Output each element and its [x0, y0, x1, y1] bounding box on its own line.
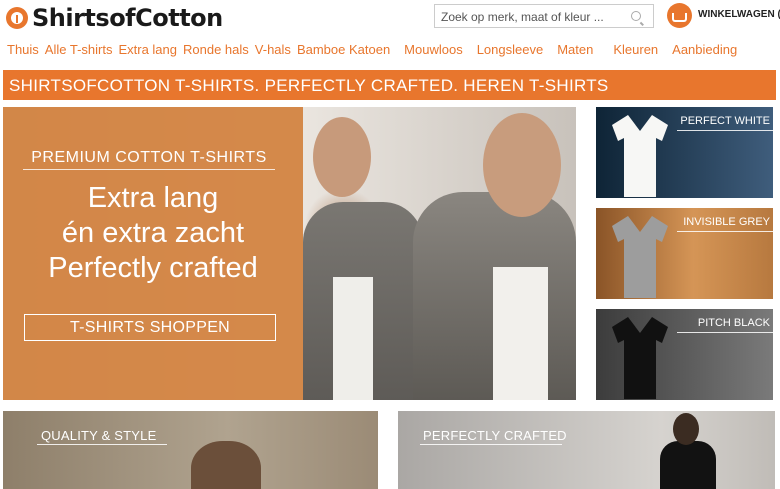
- white-tshirt-icon: [612, 115, 668, 197]
- shop-tshirts-button[interactable]: T-SHIRTS SHOPPEN: [24, 314, 276, 341]
- divider: [677, 231, 773, 232]
- model-shirt: [333, 277, 373, 400]
- nav-item-bamboe-katoen[interactable]: Bamboe Katoen: [297, 42, 390, 57]
- hero-title-line: Perfectly crafted: [48, 252, 258, 284]
- search-input[interactable]: [439, 6, 628, 28]
- model-figure: [660, 441, 716, 489]
- grey-tshirt-icon: [612, 216, 668, 298]
- hero-title-line: én extra zacht: [61, 217, 245, 249]
- hero-overlay: PREMIUM COTTON T-SHIRTS Extra lang én ex…: [3, 107, 303, 400]
- tile-label: PITCH BLACK: [697, 317, 770, 329]
- tile-invisible-grey[interactable]: INVISIBLE GREY: [596, 208, 773, 299]
- search-icon[interactable]: [631, 11, 641, 21]
- banner-text: SHIRTSOFCOTTON T-SHIRTS. PERFECTLY CRAFT…: [9, 76, 609, 95]
- nav-item-longsleeve[interactable]: Longsleeve: [477, 42, 544, 57]
- nav-item-ronde-hals[interactable]: Ronde hals: [183, 42, 249, 57]
- nav-item-maten[interactable]: Maten: [557, 42, 593, 57]
- search-box: [434, 4, 654, 28]
- tile-perfect-white[interactable]: PERFECT WHITE: [596, 107, 773, 198]
- cotton-flower-icon: [6, 7, 28, 29]
- tile-label: PERFECT WHITE: [680, 115, 770, 127]
- nav-item-mouwloos[interactable]: Mouwloos: [404, 42, 463, 57]
- hero-subtitle: PREMIUM COTTON T-SHIRTS: [31, 149, 267, 166]
- logo[interactable]: ShirtsofCotton: [6, 4, 223, 32]
- title-banner: SHIRTSOFCOTTON T-SHIRTS. PERFECTLY CRAFT…: [3, 70, 776, 100]
- model-head: [673, 413, 699, 445]
- tile-label: INVISIBLE GREY: [683, 216, 770, 228]
- panel-label: QUALITY & STYLE: [41, 428, 157, 443]
- model-head: [483, 113, 561, 217]
- cart-link[interactable]: WINKELWAGEN (0: [698, 9, 780, 20]
- panel-label: PERFECTLY CRAFTED: [423, 428, 567, 443]
- divider: [37, 444, 167, 445]
- model-head: [191, 441, 261, 489]
- logo-text: ShirtsofCotton: [32, 4, 223, 32]
- nav-item-thuis[interactable]: Thuis: [7, 42, 39, 57]
- black-tshirt-icon: [612, 317, 668, 399]
- hero-title: Extra lang én extra zacht Perfectly craf…: [13, 181, 293, 286]
- hero-banner[interactable]: PREMIUM COTTON T-SHIRTS Extra lang én ex…: [3, 107, 576, 400]
- nav-item-v-hals[interactable]: V-hals: [255, 42, 291, 57]
- model-shirt: [493, 267, 548, 400]
- basket-icon[interactable]: [667, 3, 692, 28]
- divider: [420, 444, 562, 445]
- nav-item-kleuren[interactable]: Kleuren: [613, 42, 658, 57]
- hero-title-line: Extra lang: [87, 182, 219, 214]
- tile-pitch-black[interactable]: PITCH BLACK: [596, 309, 773, 400]
- main-nav: Thuis Alle T-shirts Extra lang Ronde hal…: [7, 42, 743, 57]
- model-head: [313, 117, 371, 197]
- panel-perfectly-crafted[interactable]: PERFECTLY CRAFTED: [398, 411, 775, 489]
- divider: [677, 130, 773, 131]
- panel-quality-style[interactable]: QUALITY & STYLE: [3, 411, 378, 489]
- nav-item-aanbieding[interactable]: Aanbieding: [672, 42, 737, 57]
- divider: [677, 332, 773, 333]
- nav-item-alle-t-shirts[interactable]: Alle T-shirts: [45, 42, 113, 57]
- nav-item-extra-lang[interactable]: Extra lang: [118, 42, 177, 57]
- site-header: ShirtsofCotton WINKELWAGEN (0: [0, 0, 780, 36]
- divider: [23, 169, 275, 170]
